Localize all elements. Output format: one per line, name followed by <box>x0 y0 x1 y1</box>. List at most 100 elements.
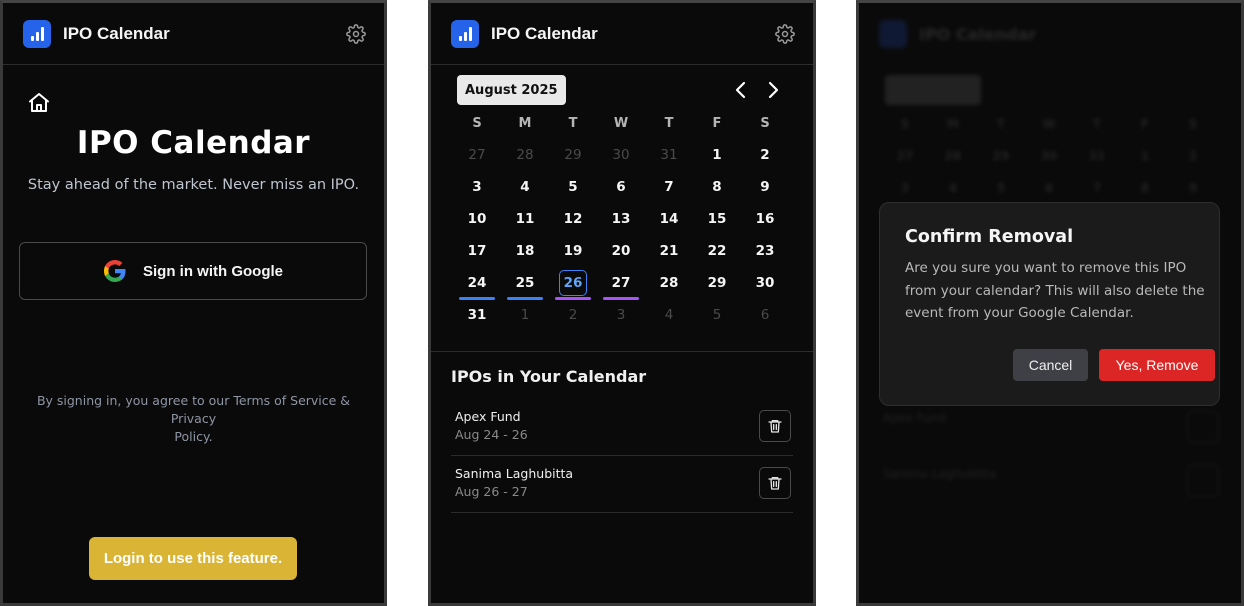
app-logo-icon <box>879 20 907 48</box>
calendar-day[interactable]: 2 <box>549 299 597 331</box>
app-header: IPO Calendar <box>3 3 384 65</box>
ipo-list: Apex Fund Aug 24 - 26 Sanima Laghubitta … <box>451 399 793 513</box>
hero-subtitle: Stay ahead of the market. Never miss an … <box>27 177 360 193</box>
weekday-header: T <box>568 115 578 131</box>
calendar-day[interactable]: 3 <box>597 299 645 331</box>
gear-icon[interactable] <box>346 23 366 44</box>
dialog-title: Confirm Removal <box>905 227 1074 247</box>
confirm-remove-button[interactable]: Yes, Remove <box>1099 349 1215 381</box>
chevron-left-icon[interactable] <box>729 78 753 102</box>
calendar-day-number: 28 <box>659 275 679 291</box>
calendar-day[interactable]: 12 <box>549 203 597 235</box>
calendar-day[interactable]: 27 <box>453 139 501 171</box>
calendar-day[interactable]: 15 <box>693 203 741 235</box>
calendar-day[interactable]: 20 <box>597 235 645 267</box>
calendar-day[interactable]: 5 <box>693 299 741 331</box>
calendar-day[interactable]: 4 <box>645 299 693 331</box>
calendar-day[interactable]: 30 <box>597 139 645 171</box>
login-to-use-button[interactable]: Login to use this feature. <box>89 537 297 580</box>
calendar-day[interactable]: 27 <box>597 267 645 300</box>
calendar-day-number: 16 <box>755 211 775 227</box>
calendar-day-number: 7 <box>664 179 674 195</box>
remove-ipo-button[interactable] <box>759 410 791 442</box>
calendar-day-number: 29 <box>707 275 727 291</box>
calendar-day-number: 4 <box>520 179 530 195</box>
calendar-day[interactable]: 28 <box>645 267 693 299</box>
calendar-day[interactable]: 1 <box>501 299 549 331</box>
calendar-day[interactable]: 22 <box>693 235 741 267</box>
calendar-day[interactable]: 11 <box>501 203 549 235</box>
home-icon[interactable] <box>27 91 51 115</box>
weekday-row: SMTWTFS <box>900 117 1198 131</box>
ipo-dates: Aug 26 - 27 <box>455 484 528 499</box>
weekday-header: M <box>518 115 532 131</box>
remove-ipo-button[interactable] <box>759 467 791 499</box>
app-logo-icon <box>23 19 51 48</box>
chevron-right-icon[interactable] <box>761 78 785 102</box>
calendar-day[interactable]: 29 <box>693 267 741 299</box>
calendar-day[interactable]: 21 <box>645 235 693 267</box>
google-icon <box>104 260 126 282</box>
cancel-button[interactable]: Cancel <box>1013 349 1088 381</box>
calendar-day[interactable]: 13 <box>597 203 645 235</box>
calendar-day-number: 20 <box>611 243 631 259</box>
weekday-header: T <box>664 115 674 131</box>
calendar-day[interactable]: 17 <box>453 235 501 267</box>
calendar-day[interactable]: 24 <box>453 267 501 300</box>
terms-line-2: Policy. <box>174 429 213 444</box>
calendar-day[interactable]: 18 <box>501 235 549 267</box>
calendar-day[interactable]: 16 <box>741 203 789 235</box>
calendar-day-number: 28 <box>516 147 534 163</box>
calendar-day[interactable]: 7 <box>645 171 693 203</box>
dialog-body-line-3: event from your Google Calendar. <box>905 305 1134 321</box>
calendar-day[interactable]: 5 <box>549 171 597 203</box>
calendar-day[interactable]: 19 <box>549 235 597 267</box>
calendar-day[interactable]: 3 <box>453 171 501 203</box>
calendar-day-number: 23 <box>755 243 775 259</box>
calendar-day-number: 5 <box>568 179 578 195</box>
app-header: IPO Calendar <box>431 3 813 65</box>
trash-icon <box>768 420 782 433</box>
calendar-day-number: 25 <box>515 275 535 291</box>
calendar-day[interactable]: 9 <box>741 171 789 203</box>
weekday-header: W <box>613 115 629 131</box>
calendar-day[interactable]: 23 <box>741 235 789 267</box>
calendar-day-number: 9 <box>760 179 770 195</box>
gear-icon[interactable] <box>775 23 795 44</box>
calendar-day[interactable]: 31 <box>453 299 501 331</box>
google-sign-in-button[interactable]: Sign in with Google <box>19 242 367 300</box>
app-title: IPO Calendar <box>491 23 598 43</box>
remove-ipo-button <box>1187 411 1219 443</box>
calendar-day-number: 2 <box>760 147 770 163</box>
confirm-removal-dialog: Confirm Removal Are you sure you want to… <box>879 202 1220 406</box>
calendar-day[interactable]: 28 <box>501 139 549 171</box>
calendar-day[interactable]: 2 <box>741 139 789 171</box>
calendar-day-number: 8 <box>712 179 722 195</box>
calendar-day[interactable]: 29 <box>549 139 597 171</box>
calendar-day-number: 31 <box>467 307 487 323</box>
calendar-day[interactable]: 8 <box>693 171 741 203</box>
calendar-day-number: 19 <box>563 243 583 259</box>
calendar-day[interactable]: 25 <box>501 267 549 300</box>
calendar-day[interactable]: 30 <box>741 267 789 299</box>
section-divider <box>431 351 813 352</box>
terms-notice: By signing in, you agree to our Terms of… <box>17 392 370 446</box>
calendar-day[interactable]: 26 <box>549 267 597 300</box>
calendar-day-number: 29 <box>564 147 582 163</box>
calendar-day[interactable]: 6 <box>741 299 789 331</box>
calendar-day-number: 13 <box>611 211 631 227</box>
calendar-day-number: 12 <box>563 211 583 227</box>
calendar-grid: S M T W T F S 27 28 29 30 31 1 2 3 4 5 6 7 8 9 10 11 12 13 14 15 16… <box>453 107 789 331</box>
month-label[interactable]: August 2025 <box>457 75 566 105</box>
calendar-day[interactable]: 10 <box>453 203 501 235</box>
weekday-header: F <box>712 115 722 131</box>
calendar-day[interactable]: 31 <box>645 139 693 171</box>
calendar-day[interactable]: 6 <box>597 171 645 203</box>
hero-title: IPO Calendar <box>76 125 311 161</box>
calendar-day[interactable]: 1 <box>693 139 741 171</box>
dialog-body-line-1: Are you sure you want to remove this IPO <box>905 260 1187 276</box>
terms-line-1: By signing in, you agree to our Terms of… <box>36 393 351 426</box>
calendar-day-number: 2 <box>568 307 578 323</box>
calendar-day[interactable]: 4 <box>501 171 549 203</box>
calendar-day[interactable]: 14 <box>645 203 693 235</box>
